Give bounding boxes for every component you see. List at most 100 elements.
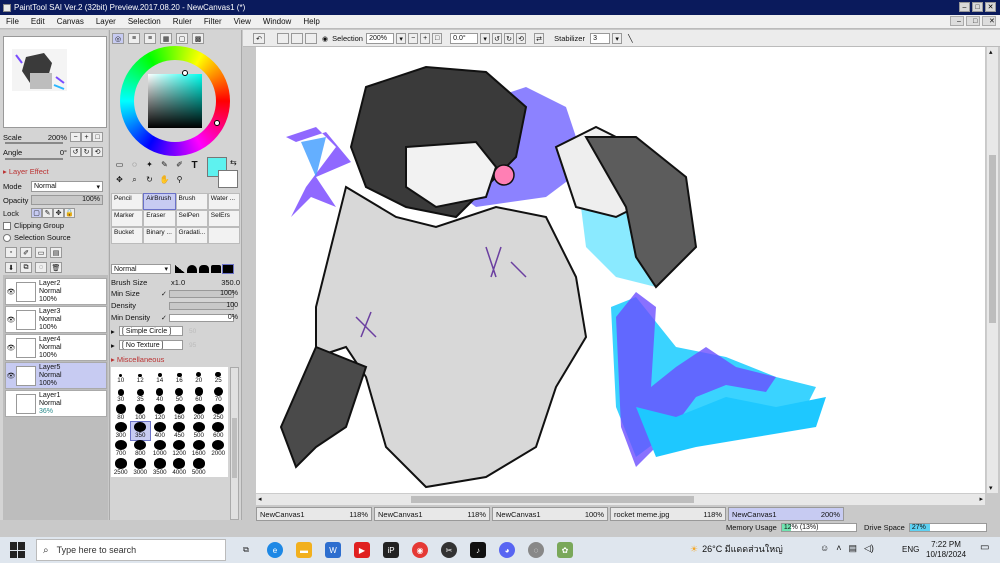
brush-size-4000[interactable]: 4000 bbox=[170, 458, 190, 476]
zoom-out-button[interactable]: − bbox=[70, 132, 81, 142]
tool-eraser[interactable]: Eraser bbox=[143, 210, 176, 227]
doc-tab-5[interactable]: NewCanvas1 200% bbox=[728, 507, 844, 521]
tool-selers[interactable]: SelErs bbox=[207, 210, 240, 227]
brush-size-12[interactable]: 12 bbox=[131, 367, 151, 385]
brush-size-350[interactable]: 350 bbox=[129, 420, 151, 442]
mode-select[interactable]: Normal ▾ bbox=[31, 181, 103, 192]
brush-size-100[interactable]: 100 bbox=[131, 403, 151, 422]
lock-transparency-icon[interactable]: ▢ bbox=[31, 208, 42, 218]
eye-icon[interactable]: 👁 bbox=[6, 372, 16, 380]
tool-selpen[interactable]: SelPen bbox=[175, 210, 208, 227]
horizontal-scroll-thumb[interactable] bbox=[411, 496, 694, 503]
menu-window[interactable]: Window bbox=[257, 17, 297, 26]
magic-wand-icon[interactable]: ✦ bbox=[142, 160, 157, 175]
edge-icon[interactable]: e bbox=[267, 542, 283, 558]
layer-effect-header[interactable]: Layer Effect bbox=[9, 167, 49, 176]
zoom-reset-button[interactable]: □ bbox=[92, 132, 103, 142]
brush-size-20[interactable]: 20 bbox=[189, 367, 209, 385]
clipping-checkbox[interactable] bbox=[3, 221, 11, 230]
texture-strength[interactable]: 95 bbox=[189, 342, 196, 349]
brush-size-60[interactable]: 60 bbox=[189, 385, 209, 403]
brush-size-3000[interactable]: 3000 bbox=[131, 458, 151, 476]
brush-size-14[interactable]: 14 bbox=[150, 367, 170, 385]
new-layer-icon[interactable]: ▫ bbox=[5, 247, 17, 258]
brush-size-40[interactable]: 40 bbox=[150, 385, 170, 403]
tool-marker[interactable]: Marker bbox=[111, 210, 144, 227]
canvas[interactable] bbox=[256, 47, 985, 493]
new-linework-layer-icon[interactable]: ✐ bbox=[20, 247, 32, 258]
redo-icon[interactable] bbox=[277, 33, 289, 44]
secondary-color-swatch[interactable] bbox=[218, 170, 238, 188]
rotate-left-button[interactable]: ↺ bbox=[70, 147, 81, 157]
brush-size-multiplier[interactable]: x1.0 bbox=[171, 278, 201, 287]
hand-tool-icon[interactable]: ✋ bbox=[157, 175, 172, 190]
menu-view[interactable]: View bbox=[228, 17, 257, 26]
doc-minimize-button[interactable]: – bbox=[950, 16, 964, 26]
eyedropper-icon[interactable]: ✐ bbox=[172, 160, 187, 175]
tool-airbrush[interactable]: AirBrush bbox=[143, 193, 176, 210]
hsv-slider-tab-icon[interactable]: ≡ bbox=[144, 33, 156, 44]
stabilizer-select[interactable]: 3 bbox=[590, 33, 611, 44]
rotate-tool-icon[interactable]: ↻ bbox=[142, 175, 157, 190]
angle-select[interactable]: 0.0° bbox=[450, 33, 479, 44]
clear-layer-icon[interactable]: ◌ bbox=[35, 262, 47, 273]
selection-visibility-icon[interactable]: ◉ bbox=[322, 35, 328, 43]
tool-brush[interactable]: Brush bbox=[175, 193, 208, 210]
menu-ruler[interactable]: Ruler bbox=[167, 17, 198, 26]
brush-edge-shapes[interactable] bbox=[175, 264, 234, 274]
tool-empty[interactable] bbox=[207, 227, 240, 244]
rotate-cw-button[interactable]: ↻ bbox=[504, 33, 515, 44]
saturation-value-square[interactable] bbox=[148, 74, 202, 128]
min-size-check-icon[interactable]: ✓ bbox=[161, 290, 169, 298]
tool-bucket[interactable]: Bucket bbox=[111, 227, 144, 244]
delete-layer-icon[interactable]: 🗑 bbox=[50, 262, 62, 273]
color-wheel[interactable] bbox=[120, 46, 230, 156]
discord-icon[interactable]: ◕ bbox=[499, 542, 515, 558]
new-folder-icon[interactable]: ▭ bbox=[35, 247, 47, 258]
move-icon[interactable]: ✥ bbox=[112, 175, 127, 190]
layer-row-2[interactable]: 👁 Layer2 Normal 100% bbox=[5, 278, 107, 305]
navigator-preview[interactable] bbox=[3, 36, 107, 128]
select-pen-icon[interactable]: ✎ bbox=[157, 160, 172, 175]
zoom-minus-button[interactable]: − bbox=[408, 33, 419, 44]
clock[interactable]: 7:22 PM 10/18/2024 bbox=[926, 540, 966, 560]
task-view-icon[interactable]: ⧉ bbox=[238, 542, 254, 558]
doc-tab-3[interactable]: NewCanvas1 100% bbox=[492, 507, 608, 521]
toolbar-blank-1[interactable] bbox=[291, 33, 303, 44]
menu-canvas[interactable]: Canvas bbox=[51, 17, 90, 26]
word-icon[interactable]: W bbox=[325, 542, 341, 558]
lock-paint-icon[interactable]: ✎ bbox=[42, 208, 53, 218]
picker-tool-icon[interactable]: ⚲ bbox=[172, 175, 187, 190]
brush-size-3500[interactable]: 3500 bbox=[150, 458, 170, 476]
capcut-icon[interactable]: ✂ bbox=[441, 542, 457, 558]
brush-size-500[interactable]: 500 bbox=[189, 421, 209, 440]
notification-icon[interactable]: ▭ bbox=[980, 542, 989, 553]
shape-strength[interactable]: 50 bbox=[189, 328, 196, 335]
text-tool-icon[interactable]: T bbox=[187, 160, 202, 175]
zoom-tool-icon[interactable]: ⌕ bbox=[127, 175, 142, 190]
vertical-scrollbar[interactable]: ▴ ▾ bbox=[986, 47, 998, 493]
tool-gradation[interactable]: Gradati... bbox=[175, 227, 208, 244]
eye-icon[interactable]: 👁 bbox=[6, 344, 16, 352]
brush-size-50[interactable]: 50 bbox=[170, 385, 190, 403]
blend-mode-select[interactable]: Normal ▾ bbox=[111, 264, 171, 274]
color-wheel-tab-icon[interactable]: ◎ bbox=[112, 33, 124, 44]
menu-filter[interactable]: Filter bbox=[198, 17, 228, 26]
eye-icon[interactable]: 👁 bbox=[6, 288, 16, 296]
brush-size-30[interactable]: 30 bbox=[111, 385, 131, 403]
brush-size-5000[interactable]: 5000 bbox=[189, 458, 209, 476]
paint-tool-sai-icon[interactable]: ✿ bbox=[557, 542, 573, 558]
menu-edit[interactable]: Edit bbox=[25, 17, 51, 26]
brush-size-700[interactable]: 700 bbox=[111, 440, 131, 458]
zoom-in-button[interactable]: + bbox=[81, 132, 92, 142]
tool-binary[interactable]: Binary ... bbox=[143, 227, 176, 244]
brush-size-250[interactable]: 250 bbox=[209, 403, 229, 422]
lock-move-icon[interactable]: ✥ bbox=[53, 208, 64, 218]
angle-slider[interactable] bbox=[5, 158, 63, 160]
brush-size-2500[interactable]: 2500 bbox=[111, 458, 131, 476]
brush-size-800[interactable]: 800 bbox=[131, 440, 151, 458]
brush-size-25[interactable]: 25 bbox=[209, 367, 229, 385]
brush-size-200[interactable]: 200 bbox=[189, 403, 209, 422]
toolbar-blank-2[interactable] bbox=[305, 33, 317, 44]
doc-close-button[interactable]: ✕ bbox=[982, 16, 996, 26]
